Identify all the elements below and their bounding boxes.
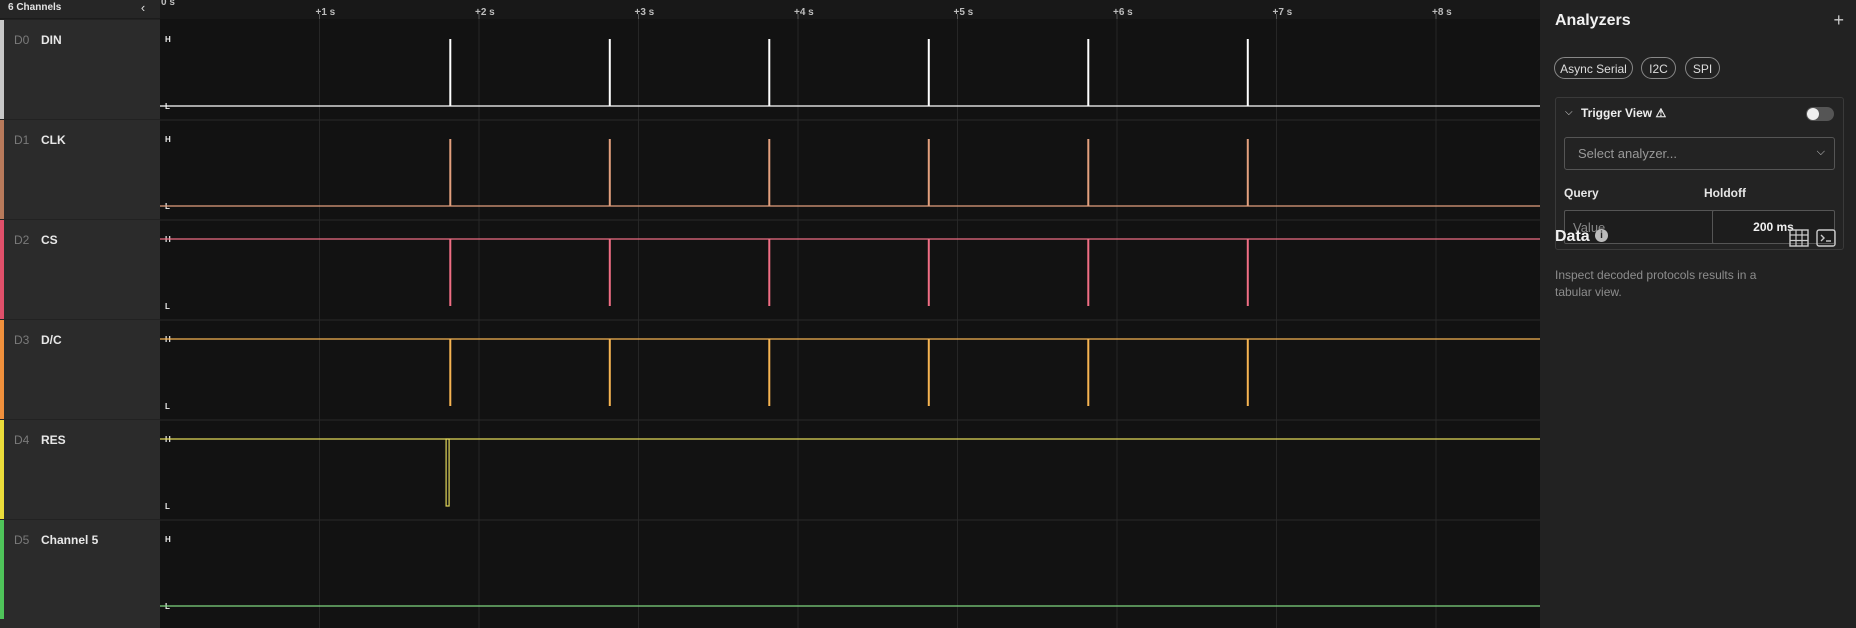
channel-row-d1[interactable]: D1 CLK [0, 119, 160, 219]
level-high-label: H [165, 535, 171, 544]
channel-row-d5[interactable]: D5 Channel 5 [0, 519, 160, 619]
analyzers-title: Analyzers [1555, 12, 1631, 29]
channel-index: D2 [14, 233, 30, 247]
channel-color-bar [0, 520, 4, 619]
signal-pulse [445, 438, 450, 507]
time-tick-label: +6 s [1113, 7, 1133, 18]
channel-index: D0 [14, 33, 30, 47]
logic-analyzer-app: 6 Channels ‹ D0 DIN D1 CLK D2 CS D3 D/C D4 RES D5 C… [0, 0, 1856, 628]
table-icon[interactable] [1789, 229, 1809, 247]
analyzers-panel: Analyzers + Async Serial I2C SPI ⌵ Trigg… [1540, 0, 1856, 628]
time-tick-label: +1 s [316, 7, 336, 18]
channel-color-bar [0, 120, 4, 219]
level-low-label: L [165, 502, 170, 511]
channel-name: Channel 5 [41, 533, 99, 547]
waveform-canvas[interactable]: 0 s +1 s +2 s +3 s +4 s +5 s +6 s +7 s +8 s H L H L H… [160, 0, 1540, 628]
time-tick-label: +3 s [635, 7, 655, 18]
channel-list-header: 6 Channels ‹ [0, 0, 160, 19]
channel-color-bar [0, 320, 4, 419]
query-label: Query [1564, 186, 1599, 200]
warning-icon: ⚠ [1655, 106, 1667, 120]
chevron-left-icon[interactable]: ‹ [136, 1, 150, 15]
terminal-icon[interactable] [1816, 229, 1836, 247]
level-low-label: L [165, 302, 170, 311]
channel-name: CS [41, 233, 58, 247]
channel-row-d0[interactable]: D0 DIN [0, 19, 160, 119]
time-tick-label: +7 s [1273, 7, 1293, 18]
time-origin-label: 0 s [161, 0, 175, 8]
trigger-view-title[interactable]: Trigger View ⚠ [1581, 106, 1666, 120]
chip-spi[interactable]: SPI [1685, 57, 1720, 79]
trigger-view-section: ⌵ Trigger View ⚠ Select analyzer... ⌵ Qu… [1555, 97, 1844, 250]
chevron-down-icon: ⌵ [1816, 146, 1825, 158]
time-ruler [160, 0, 1540, 19]
analyzer-select[interactable]: Select analyzer... ⌵ [1564, 137, 1835, 170]
level-low-label: L [165, 402, 170, 411]
info-icon[interactable]: i [1595, 229, 1608, 242]
trigger-view-toggle[interactable] [1806, 107, 1834, 121]
channel-color-bar [0, 20, 4, 119]
level-high-label: H [165, 35, 171, 44]
time-tick-label: +8 s [1432, 7, 1452, 18]
analyzer-select-placeholder: Select analyzer... [1578, 146, 1677, 161]
add-analyzer-button[interactable]: + [1833, 10, 1844, 31]
time-tick-label: +5 s [954, 7, 974, 18]
channel-index: D5 [14, 533, 30, 547]
channel-index: D3 [14, 333, 30, 347]
level-high-label: H [165, 135, 171, 144]
channel-index: D4 [14, 433, 30, 447]
channel-row-d4[interactable]: D4 RES [0, 419, 160, 519]
channel-index: D1 [14, 133, 30, 147]
channel-list: 6 Channels ‹ D0 DIN D1 CLK D2 CS D3 D/C D4 RES D5 C… [0, 0, 160, 628]
channel-row-d2[interactable]: D2 CS [0, 219, 160, 319]
chip-i2c[interactable]: I2C [1641, 57, 1676, 79]
channel-count-title: 6 Channels [8, 2, 62, 13]
channel-name: D/C [41, 333, 62, 347]
data-description: Inspect decoded protocols results in a t… [1555, 268, 1757, 299]
time-tick-label: +4 s [794, 7, 814, 18]
channel-name: CLK [41, 133, 66, 147]
chevron-down-icon[interactable]: ⌵ [1565, 107, 1573, 118]
channel-color-bar [0, 220, 4, 319]
channel-name: DIN [41, 33, 62, 47]
trigger-view-label: Trigger View [1581, 106, 1653, 120]
data-title: Data [1555, 228, 1590, 245]
toggle-knob [1807, 108, 1819, 120]
plus-icon: + [1833, 10, 1844, 30]
holdoff-label: Holdoff [1704, 186, 1746, 200]
chip-async-serial[interactable]: Async Serial [1554, 57, 1633, 79]
channel-color-bar [0, 420, 4, 519]
waveform-view[interactable]: 0 s +1 s +2 s +3 s +4 s +5 s +6 s +7 s +8 s H L H L H… [160, 0, 1540, 628]
time-tick-label: +2 s [475, 7, 495, 18]
channel-row-d3[interactable]: D3 D/C [0, 319, 160, 419]
channel-name: RES [41, 433, 66, 447]
